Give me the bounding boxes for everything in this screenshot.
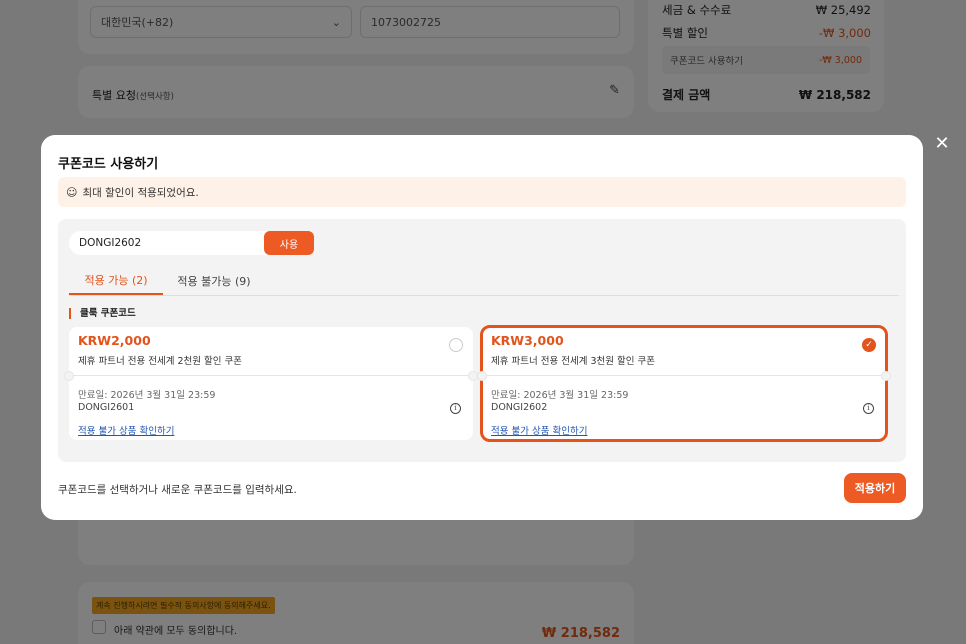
coupon-radio[interactable] xyxy=(449,338,463,352)
max-discount-notice: ☺ 최대 할인이 적용되었어요. xyxy=(58,177,906,207)
tab-applicable[interactable]: 적용 가능 (2) xyxy=(69,267,163,295)
coupon-amount: KRW2,000 xyxy=(78,333,151,348)
coupon-expiry: 만료일: 2026년 3월 31일 23:59 xyxy=(491,390,629,401)
info-icon[interactable]: i xyxy=(450,403,461,414)
coupon-description: 제휴 파트너 전용 전세계 3천원 할인 쿠폰 xyxy=(491,356,656,367)
tab-not-applicable[interactable]: 적용 불가능 (9) xyxy=(168,267,260,295)
coupon-modal: 쿠폰코드 사용하기 ☺ 최대 할인이 적용되었어요. 사용 적용 가능 (2) … xyxy=(41,135,923,520)
check-icon[interactable]: ✓ xyxy=(862,338,876,352)
coupon-description: 제휴 파트너 전용 전세계 2천원 할인 쿠폰 xyxy=(78,356,243,367)
apply-button[interactable]: 적용하기 xyxy=(844,473,906,503)
close-icon[interactable]: ✕ xyxy=(932,134,952,154)
section-title: 클룩 쿠폰코드 xyxy=(69,308,136,319)
coupon-amount: KRW3,000 xyxy=(491,333,564,348)
coupon-divider xyxy=(64,371,478,381)
coupon-panel: 사용 적용 가능 (2) 적용 불가능 (9) 클룩 쿠폰코드 KRW2,000… xyxy=(58,219,906,462)
coupon-code: DONGI2602 xyxy=(491,402,548,413)
coupon-card-krw2000[interactable]: KRW2,000 제휴 파트너 전용 전세계 2천원 할인 쿠폰 만료일: 20… xyxy=(64,327,478,440)
info-icon[interactable]: i xyxy=(863,403,874,414)
excluded-products-link[interactable]: 적용 불가 상품 확인하기 xyxy=(491,423,587,437)
coupon-expiry: 만료일: 2026년 3월 31일 23:59 xyxy=(78,390,216,401)
excluded-products-link[interactable]: 적용 불가 상품 확인하기 xyxy=(78,423,174,437)
tab-divider xyxy=(69,295,899,296)
notice-text: 최대 할인이 적용되었어요. xyxy=(82,186,199,199)
footer-hint: 쿠폰코드를 선택하거나 새로운 쿠폰코드를 입력하세요. xyxy=(58,484,297,496)
smile-icon: ☺ xyxy=(66,185,78,199)
coupon-card-krw3000[interactable]: KRW3,000 제휴 파트너 전용 전세계 3천원 할인 쿠폰 ✓ 만료일: … xyxy=(477,325,891,442)
coupon-code-input[interactable] xyxy=(69,231,267,255)
use-code-button[interactable]: 사용 xyxy=(264,231,314,255)
modal-title: 쿠폰코드 사용하기 xyxy=(58,157,159,172)
coupon-code: DONGI2601 xyxy=(78,402,135,413)
coupon-divider xyxy=(477,371,891,381)
